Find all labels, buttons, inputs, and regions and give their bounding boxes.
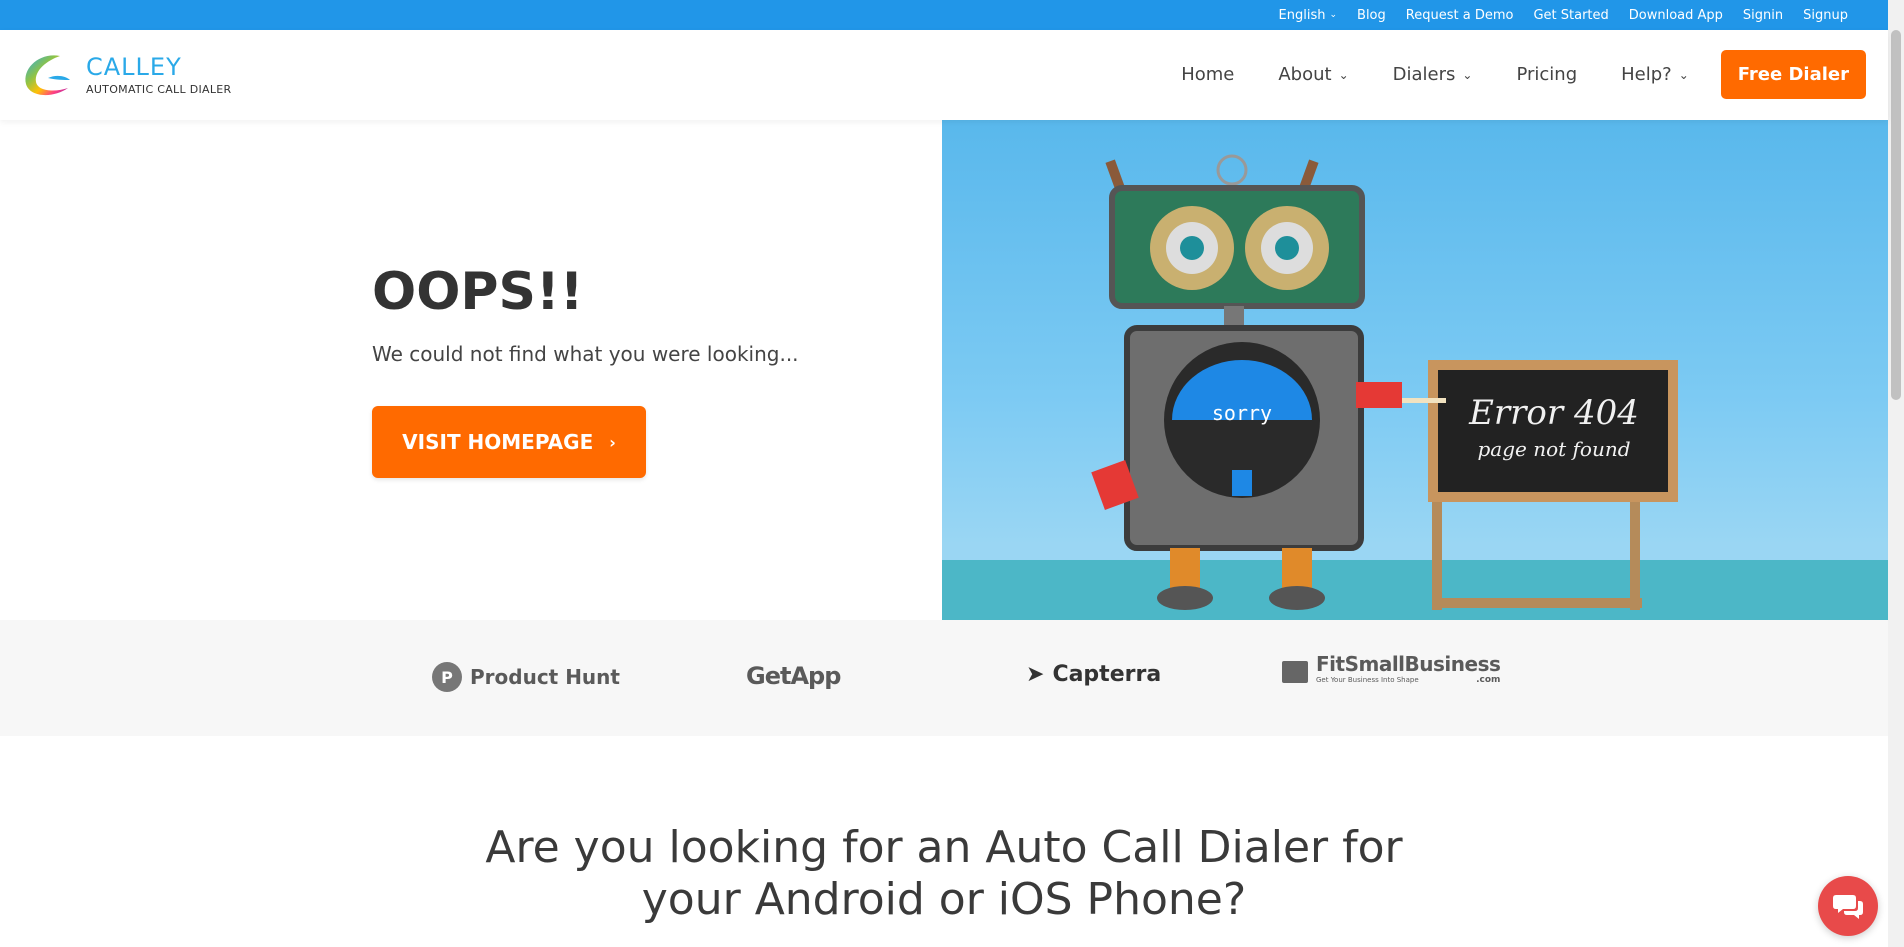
section-heading-line1: Are you looking for an Auto Call Dialer … <box>485 822 1403 873</box>
nav-dialers-label: Dialers <box>1392 64 1456 85</box>
fitsmallbusiness-logo[interactable]: FitSmallBusiness Get Your Business Into … <box>1282 652 1501 688</box>
producthunt-icon: P <box>432 662 462 692</box>
calley-logo-icon <box>25 55 70 96</box>
top-utility-bar: English ⌄ Blog Request a Demo Get Started… <box>0 0 1888 30</box>
chat-widget-button[interactable] <box>1818 876 1878 936</box>
site-logo[interactable]: CALLEY AUTOMATIC CALL DIALER <box>20 50 231 100</box>
robot-404-illustration: Error 404 page not found sorry <box>942 120 1888 620</box>
signup-link[interactable]: Signup <box>1803 8 1848 23</box>
nav-about-label: About <box>1278 64 1332 85</box>
visit-homepage-label: VISIT HOMEPAGE <box>402 430 594 454</box>
board-notfound-text: page not found <box>1477 437 1630 461</box>
getapp-logo[interactable]: GetApp <box>746 662 841 690</box>
partner-logos-strip: P Product Hunt GetApp ➤ Capterra FitSmal… <box>0 620 1888 736</box>
hero-section: OOPS!! We could not find what you were l… <box>0 120 942 620</box>
getapp-label: GetApp <box>746 662 841 690</box>
visit-homepage-button[interactable]: VISIT HOMEPAGE › <box>372 406 646 478</box>
fitsmallbusiness-com: .com <box>1476 675 1501 685</box>
chevron-down-icon: ⌄ <box>1338 67 1349 82</box>
chat-bubble-icon <box>1833 895 1863 919</box>
robot-image: Error 404 page not found sorry <box>942 154 1888 620</box>
nav-home[interactable]: Home <box>1181 64 1234 85</box>
capterra-label: Capterra <box>1052 662 1162 687</box>
error-subtitle: We could not find what you were looking.… <box>372 342 799 366</box>
fitsmallbusiness-tagline: Get Your Business Into Shape <box>1316 676 1419 684</box>
producthunt-logo[interactable]: P Product Hunt <box>432 662 620 692</box>
download-app-link[interactable]: Download App <box>1629 8 1723 23</box>
site-header: CALLEY AUTOMATIC CALL DIALER Home About ⌄… <box>0 30 1888 120</box>
capterra-logo[interactable]: ➤ Capterra <box>1026 662 1161 687</box>
main-nav: Home About ⌄ Dialers ⌄ Pricing Help? ⌄ Free… <box>1181 50 1866 99</box>
language-label: English <box>1278 7 1326 23</box>
nav-help-label: Help? <box>1621 64 1672 85</box>
board-error-text: Error 404 <box>1468 393 1639 433</box>
brand-name: CALLEY <box>86 52 182 81</box>
nav-help[interactable]: Help? ⌄ <box>1621 64 1689 85</box>
chevron-down-icon: ⌄ <box>1462 67 1473 82</box>
error-title: OOPS!! <box>372 262 584 322</box>
fitsmallbusiness-label: FitSmallBusiness <box>1316 652 1501 676</box>
nav-about[interactable]: About ⌄ <box>1278 64 1348 85</box>
brand-tagline: AUTOMATIC CALL DIALER <box>86 82 232 96</box>
blog-link[interactable]: Blog <box>1357 8 1386 23</box>
chevron-down-icon: ⌄ <box>1678 67 1689 82</box>
page-scrollbar[interactable] <box>1888 0 1904 947</box>
robot-screen-text: sorry <box>1212 401 1272 425</box>
section-heading: Are you looking for an Auto Call Dialer … <box>0 822 1888 926</box>
nav-dialers[interactable]: Dialers ⌄ <box>1393 64 1473 85</box>
language-selector[interactable]: English ⌄ <box>1279 8 1338 23</box>
producthunt-label: Product Hunt <box>470 665 620 689</box>
nav-pricing[interactable]: Pricing <box>1516 64 1577 85</box>
scrollbar-thumb[interactable] <box>1891 30 1901 400</box>
capterra-icon: ➤ <box>1026 662 1045 687</box>
section-heading-line2: your Android or iOS Phone? <box>641 874 1247 925</box>
free-dialer-button[interactable]: Free Dialer <box>1720 50 1866 99</box>
chevron-down-icon: ⌄ <box>1329 10 1338 20</box>
request-demo-link[interactable]: Request a Demo <box>1406 8 1514 23</box>
get-started-link[interactable]: Get Started <box>1533 8 1608 23</box>
chevron-right-icon: › <box>609 432 616 452</box>
signin-link[interactable]: Signin <box>1743 8 1783 23</box>
fitsmallbusiness-icon <box>1282 661 1308 683</box>
